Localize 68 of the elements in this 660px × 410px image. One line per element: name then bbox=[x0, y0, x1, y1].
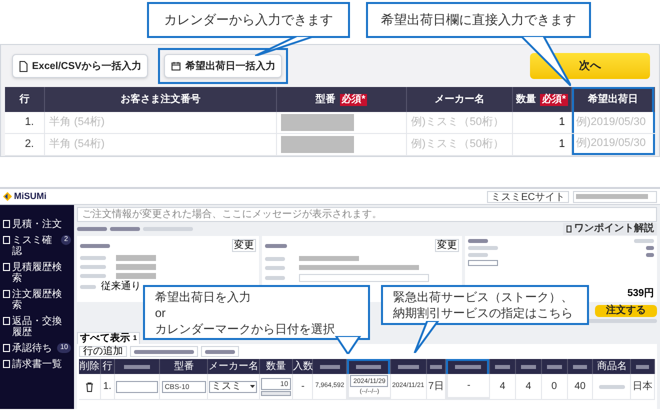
required-tag: 必須* bbox=[340, 94, 368, 106]
sidebar-label: 返品・交換履歴 bbox=[12, 316, 63, 338]
header-label: メーカー名 bbox=[434, 92, 484, 107]
required-tag: 必須* bbox=[540, 94, 568, 106]
row-number: 2. bbox=[5, 134, 45, 155]
header-label: 数量 bbox=[266, 362, 286, 372]
change-button[interactable]: 変更 bbox=[232, 239, 256, 252]
sidebar-label: 承認待ち bbox=[12, 343, 52, 354]
sidebar-label: 見積・注文 bbox=[12, 219, 62, 230]
ship-date-field[interactable]: 例)2019/05/30 bbox=[572, 134, 655, 155]
sidebar-label: 注文履歴検索 bbox=[12, 289, 63, 311]
action-button[interactable]: 行の追加 bbox=[79, 346, 127, 357]
guide-button[interactable]: ワンポイント解説 bbox=[563, 223, 657, 235]
change-button[interactable]: 変更 bbox=[435, 239, 459, 252]
header-label: 商品名 bbox=[596, 362, 627, 372]
header-label: 型番 bbox=[316, 92, 336, 107]
quantity-field[interactable]: 1 bbox=[513, 112, 572, 133]
payment-method: 従来通り bbox=[101, 282, 141, 292]
table-cell-text: 4 bbox=[526, 382, 532, 392]
header-label: お客さま注文番号 bbox=[120, 92, 200, 107]
total-amount: 539円 bbox=[627, 289, 654, 299]
ship-date-input[interactable]: 例)2019/05/30 bbox=[576, 135, 651, 152]
callout-text: 緊急出荷サービス（ストーク）、 bbox=[393, 289, 573, 305]
header-label: 行 bbox=[20, 92, 30, 107]
table-cell-text: - bbox=[301, 382, 305, 392]
maker-field[interactable]: 例)ミスミ（50桁） bbox=[407, 112, 513, 133]
header-label: メーカー名 bbox=[208, 362, 258, 372]
header-label: 行 bbox=[102, 362, 112, 372]
ship-date-input[interactable]: 例)2019/05/30 bbox=[576, 114, 651, 131]
header-label: 希望出荷日 bbox=[588, 92, 638, 107]
maker-input[interactable]: 例)ミスミ（50桁） bbox=[411, 114, 508, 131]
callout-text: 納期割引サービスの指定はこちら bbox=[393, 305, 573, 321]
sidebar-item[interactable]: 返品・交換履歴 bbox=[3, 316, 71, 338]
sidebar-item[interactable]: 注文履歴検索 bbox=[3, 289, 71, 311]
table-cell-text: - bbox=[467, 380, 470, 390]
next-button[interactable]: 次へ bbox=[530, 53, 650, 79]
table-cell-text: 日本 bbox=[632, 382, 653, 392]
maker-select[interactable]: ミスミ bbox=[209, 380, 258, 392]
header-label: 型番 bbox=[174, 362, 194, 372]
order-button[interactable]: 注文する bbox=[595, 305, 657, 317]
logo: MiSUMi bbox=[14, 190, 46, 203]
header-label: 入数 bbox=[292, 362, 313, 372]
header-label: 削除 bbox=[79, 362, 100, 372]
order-number-input[interactable]: 半角 (54桁) bbox=[49, 114, 272, 131]
maker-field[interactable]: 例)ミスミ（50桁） bbox=[407, 134, 513, 155]
row-number: 1. bbox=[5, 112, 45, 133]
table-cell-text: 7日 bbox=[428, 382, 444, 392]
tab-label: すべて表示 bbox=[80, 334, 130, 344]
table-cell-text: 4 bbox=[500, 382, 506, 392]
table-cell-text: 40 bbox=[574, 382, 586, 392]
order-number-input[interactable]: 半角 (54桁) bbox=[49, 136, 272, 153]
site-link-button[interactable]: ミスミECサイト bbox=[487, 190, 569, 202]
sidebar-item[interactable]: 請求書一覧 bbox=[3, 359, 71, 370]
maker-input[interactable]: 例)ミスミ（50桁） bbox=[411, 136, 508, 153]
sidebar-label: 見積履歴検索 bbox=[12, 262, 63, 284]
callout-text: or bbox=[155, 304, 166, 320]
table-cell-text: 0 bbox=[551, 382, 557, 392]
callout-text: 希望出荷日を入力 bbox=[155, 288, 251, 304]
message-bar: ご注文情報が変更された場合、ここにメッセージが表示されます。 bbox=[77, 207, 657, 222]
sidebar-label: ミスミ確認 bbox=[12, 235, 53, 257]
sidebar-item[interactable]: 見積履歴検索 bbox=[3, 262, 71, 284]
header-label: 数量 bbox=[516, 92, 536, 107]
quantity-field[interactable]: 1 bbox=[513, 134, 572, 155]
sidebar-label: 請求書一覧 bbox=[12, 359, 62, 370]
sidebar-item[interactable]: 見積・注文 bbox=[3, 219, 71, 230]
import-button[interactable]: Excel/CSVから一括入力 bbox=[12, 54, 148, 78]
callout-text: カレンダーマークから日付を選択 bbox=[155, 320, 335, 336]
table-cell-text: 1. bbox=[103, 382, 112, 392]
